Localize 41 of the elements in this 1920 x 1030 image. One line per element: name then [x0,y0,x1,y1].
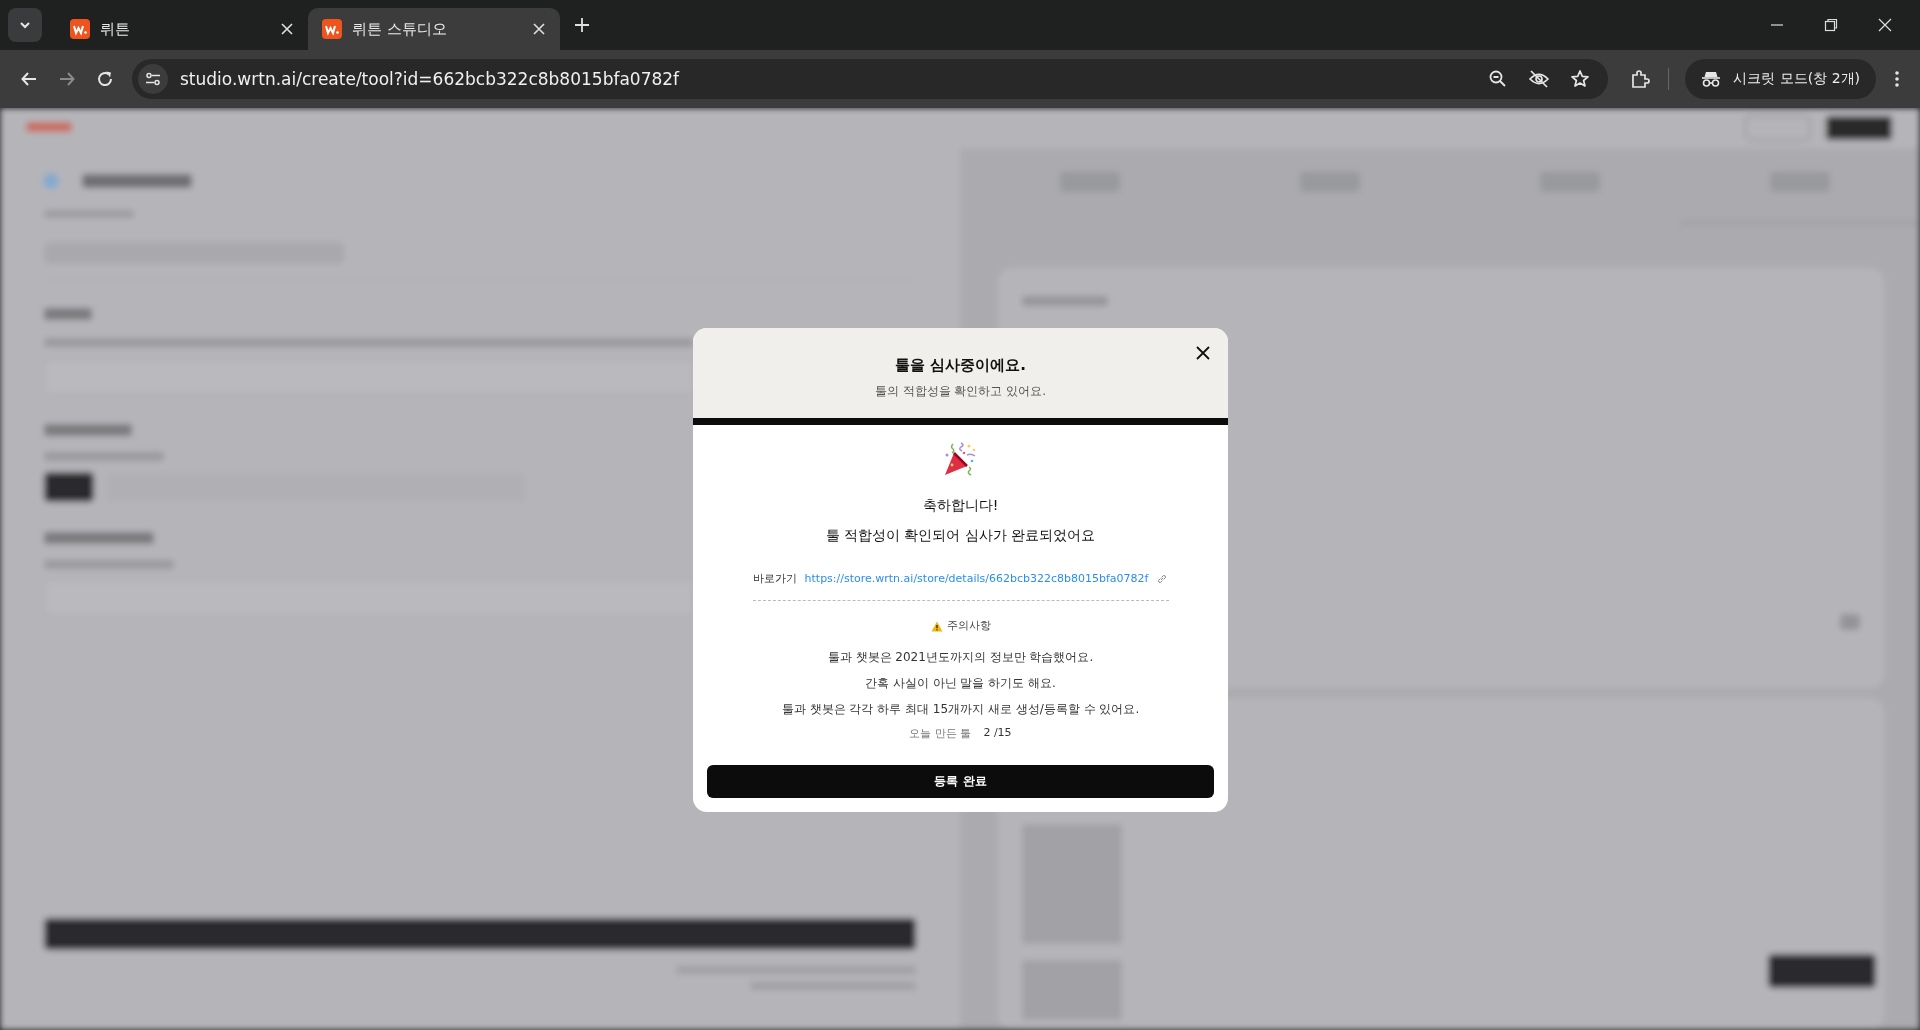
link-label: 바로가기 [752,571,797,586]
reload-icon[interactable] [96,70,114,88]
tune-icon [145,71,161,87]
address-bar[interactable]: studio.wrtn.ai/create/tool?id=662bcb322c8b8015bfa0782f [132,59,1609,99]
incognito-button[interactable]: 시크릿 모드(창 2개) [1685,59,1876,99]
count-label: 오늘 만든 툴 [909,726,972,741]
warning-icon [930,620,943,632]
modal-title: 툴을 심사중이에요. [894,356,1027,375]
star-icon[interactable] [1570,69,1591,89]
new-tab-icon[interactable] [574,17,590,33]
tab-title: 뤼튼 [100,19,131,39]
puzzle-icon[interactable] [1630,69,1651,89]
eye-slash-icon[interactable] [1528,69,1551,89]
close-icon[interactable] [532,22,546,36]
notice-title: 주의사항 [946,619,991,633]
complete-button[interactable]: 등록 완료 [707,765,1214,798]
url-text: studio.wrtn.ai/create/tool?id=662bcb322c8b8015bfa0782f [180,69,680,89]
close-icon [1196,346,1210,360]
notice-text: 툴과 챗봇은 각각 하루 최대 15개까지 새로 생성/등록할 수 있어요. [781,701,1140,718]
site-info-button[interactable] [138,64,168,94]
tab-title: 뤼튼 스튜디오 [352,19,448,39]
link-icon[interactable] [1156,572,1169,585]
notice-text: 간혹 사실이 아닌 말을 하기도 해요. [865,675,1056,692]
favicon-icon [70,19,90,39]
close-icon[interactable] [280,22,294,36]
browser-tab[interactable]: 뤼튼 [56,8,308,50]
restore-icon[interactable] [1824,18,1838,32]
close-icon[interactable] [1878,18,1892,32]
modal-subtitle: 툴의 적합성을 확인하고 있어요. [873,383,1048,400]
incognito-icon [1701,70,1722,88]
store-link[interactable]: https://store.wrtn.ai/store/details/662bcb322c8b8015bfa0782f [804,572,1149,585]
forward-icon[interactable] [58,70,76,88]
tab-search-button[interactable] [8,8,42,42]
browser-tab[interactable]: 뤼튼 스튜디오 [308,8,560,50]
more-icon[interactable] [1894,70,1900,88]
success-message: 툴 적합성이 확인되어 심사가 완료되었어요 [825,527,1096,545]
count-value: 2 /15 [983,726,1012,741]
favicon-icon [322,19,342,39]
back-icon[interactable] [20,70,38,88]
notice-text: 툴과 챗봇은 2021년도까지의 정보만 학습했어요. [827,649,1094,666]
success-heading: 축하합니다! [922,497,999,515]
